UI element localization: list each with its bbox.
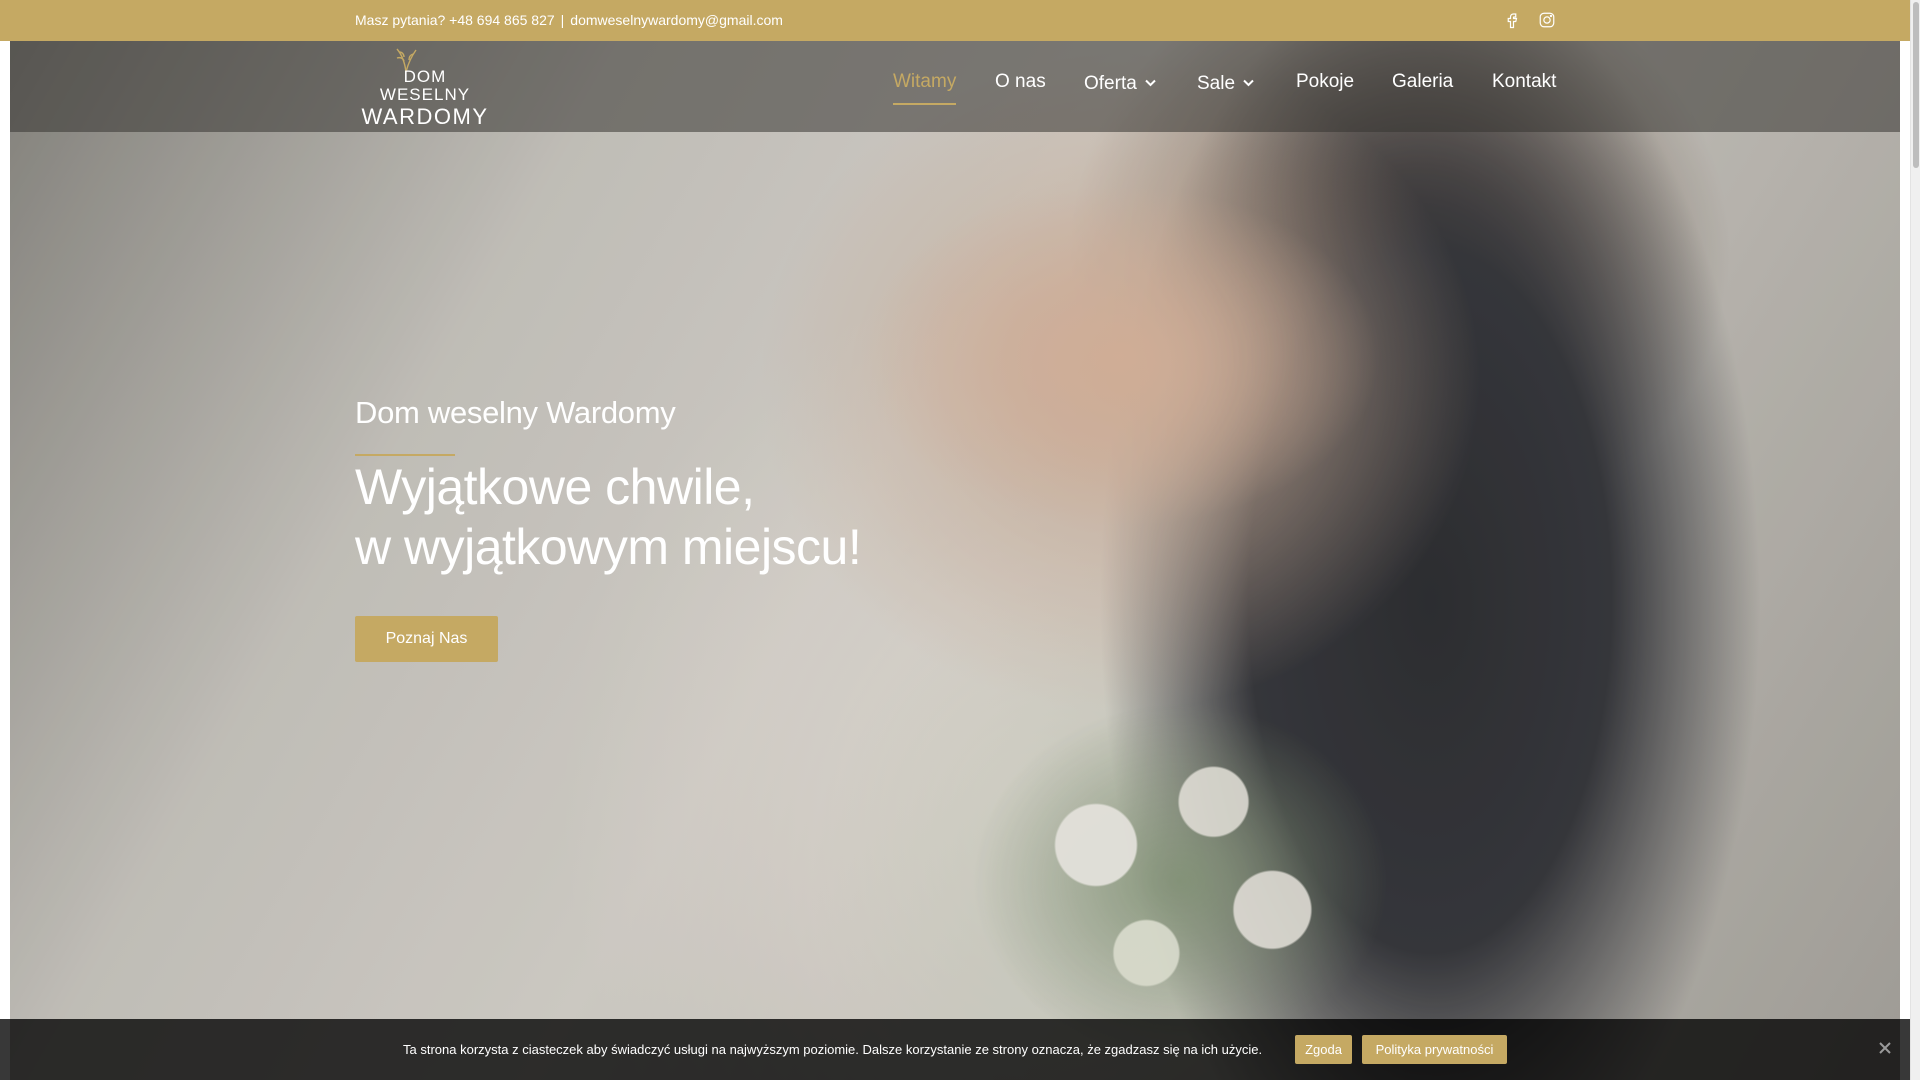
main-header: DOM WESELNY WARDOMY Witamy O nas Oferta …	[10, 41, 1900, 132]
chevron-down-icon	[1145, 71, 1156, 87]
hero-headline-line-1: Wyjątkowe chwile,	[355, 459, 755, 515]
nav-item-pokoje[interactable]: Pokoje	[1296, 71, 1354, 93]
nav-label: Galeria	[1392, 71, 1454, 92]
nav-item-sale[interactable]: Sale	[1197, 71, 1254, 95]
instagram-icon[interactable]	[1538, 11, 1556, 31]
phone-text[interactable]: Masz pytania? +48 694 865 827	[355, 12, 555, 28]
cookie-text: Ta strona korzysta z ciasteczek aby świa…	[403, 1042, 1263, 1057]
nav-label: Kontakt	[1492, 71, 1557, 92]
contact-separator: |	[560, 12, 565, 28]
hero-section	[10, 41, 1900, 1080]
page-scrollbar[interactable]	[1910, 0, 1920, 1080]
nav-label: O nas	[995, 71, 1046, 92]
hero-headline-line-2: w wyjątkowym miejscu!	[355, 519, 862, 575]
privacy-policy-button[interactable]: Polityka prywatności	[1362, 1035, 1507, 1064]
nav-item-galeria[interactable]: Galeria	[1392, 71, 1453, 93]
hero-overlay	[10, 41, 1900, 1080]
nav-label: Oferta	[1084, 73, 1137, 94]
main-nav: Witamy O nas Oferta Sale Pokoje Galeria …	[10, 71, 1900, 111]
active-indicator	[893, 103, 956, 105]
hero-headline: Wyjątkowe chwile, w wyjątkowym miejscu!	[355, 457, 862, 577]
nav-item-o-nas[interactable]: O nas	[995, 71, 1046, 93]
chevron-down-icon	[1243, 71, 1254, 87]
email-link[interactable]: domweselnywardomy@gmail.com	[570, 12, 783, 28]
poznaj-nas-button[interactable]: Poznaj Nas	[355, 616, 498, 662]
cookie-agree-button[interactable]: Zgoda	[1295, 1035, 1352, 1064]
hero-eyebrow: Dom weselny Wardomy	[355, 395, 676, 430]
nav-item-kontakt[interactable]: Kontakt	[1492, 71, 1556, 93]
scrollbar-thumb[interactable]	[1913, 2, 1919, 168]
close-icon[interactable]	[1878, 1041, 1894, 1057]
cookie-notice: Ta strona korzysta z ciasteczek aby świa…	[0, 1019, 1910, 1080]
contact-info: Masz pytania? +48 694 865 827 | domweselny…	[355, 12, 783, 28]
nav-item-oferta[interactable]: Oferta	[1084, 71, 1156, 95]
hero-divider	[355, 454, 455, 456]
nav-item-witamy[interactable]: Witamy	[893, 71, 957, 105]
top-bar: Masz pytania? +48 694 865 827 | domweselny…	[0, 0, 1910, 41]
nav-label: Pokoje	[1296, 71, 1355, 92]
facebook-icon[interactable]	[1503, 11, 1521, 31]
nav-label: Witamy	[893, 71, 957, 92]
nav-label: Sale	[1197, 73, 1236, 94]
